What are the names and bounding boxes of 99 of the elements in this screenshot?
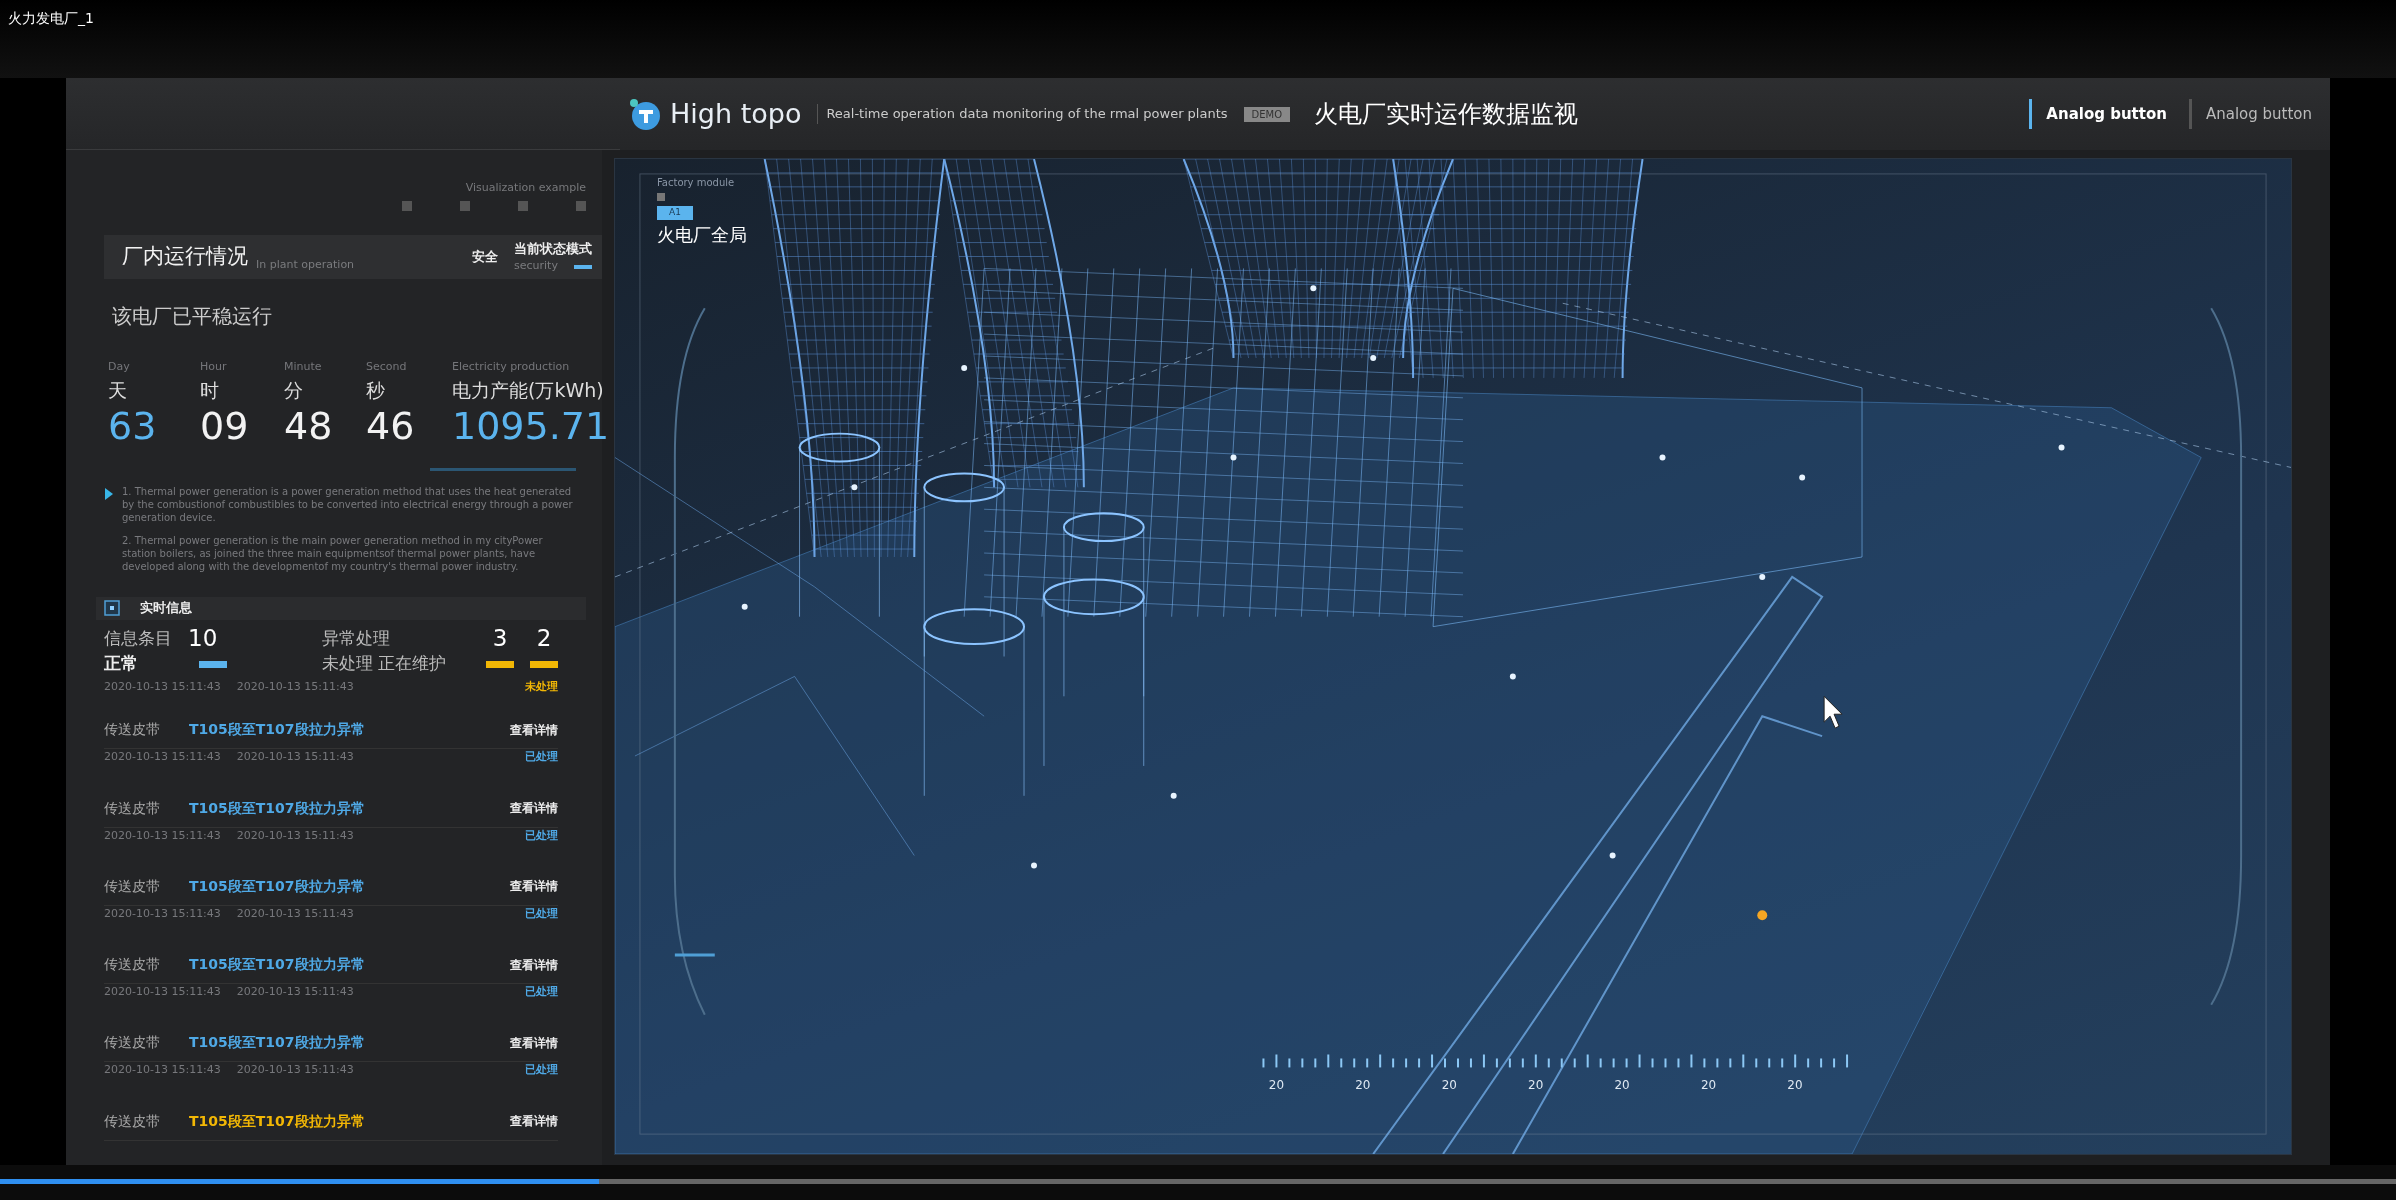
normal-label: 正常 xyxy=(104,652,139,676)
brand-name: High topo xyxy=(670,96,802,131)
view-title: 火电厂全局 xyxy=(657,223,747,247)
view-details-link[interactable]: 查看详情 xyxy=(510,955,558,974)
subtitle: Real-time operation data monitoring of the rmal power plants xyxy=(817,104,1228,124)
area-tag: A1 xyxy=(657,206,693,220)
timestamp: 2020-10-13 15:11:43 xyxy=(236,827,354,844)
event-title: T105段至T107段拉力异常 xyxy=(189,720,365,740)
stat-caption: Second xyxy=(366,359,408,376)
event-title: T105段至T107段拉力异常 xyxy=(189,1033,365,1053)
timestamp: 2020-10-13 15:11:43 xyxy=(104,749,221,766)
normal-indicator xyxy=(199,660,227,668)
mode-subtitle: security xyxy=(514,258,558,275)
stat-label: 秒 xyxy=(366,377,386,403)
caption-text: Visualization example xyxy=(464,180,587,196)
pending-count: 3 xyxy=(491,627,509,651)
event-title: T105段至T107段拉力异常 xyxy=(189,798,365,818)
event-category: 传送皮带 xyxy=(104,955,161,975)
status-text: 已处理 xyxy=(525,905,558,922)
status-text: 已处理 xyxy=(525,984,558,1001)
mouse-cursor-icon xyxy=(1823,695,1843,729)
event-category: 传送皮带 xyxy=(104,1111,161,1131)
section-title: 实时信息 xyxy=(139,599,192,618)
timestamp: 2020-10-13 15:11:43 xyxy=(104,827,221,844)
demo-tag: DEMO xyxy=(1243,106,1291,122)
stat-caption: Hour xyxy=(200,359,228,376)
stat-label: 电力产能(万kWh) xyxy=(452,377,605,403)
scale-label: 20 xyxy=(1355,1078,1371,1093)
stat-label: 天 xyxy=(108,377,128,403)
square-marker xyxy=(460,200,470,211)
event-category: 传送皮带 xyxy=(104,720,161,740)
progress-track[interactable] xyxy=(0,1179,2396,1184)
timestamp: 2020-10-13 15:11:43 xyxy=(236,984,354,1001)
timestamp: 2020-10-13 15:11:43 xyxy=(104,1062,221,1079)
event-title: T105段至T107段拉力异常 xyxy=(189,955,365,975)
scale-label: 20 xyxy=(1268,1078,1285,1093)
card-title: 厂内运行情况 xyxy=(121,243,248,271)
status-label: 未处理 正在维护 xyxy=(321,652,446,676)
event-category: 传送皮带 xyxy=(104,1033,161,1053)
square-marker xyxy=(518,200,528,211)
module-caption: Factory module xyxy=(657,176,735,190)
timestamp: 2020-10-13 15:11:43 xyxy=(236,678,354,695)
view-details-link[interactable]: 查看详情 xyxy=(510,1112,558,1131)
timestamp: 2020-10-13 15:11:43 xyxy=(236,905,354,922)
stat-value: 48 xyxy=(284,404,334,450)
video-title: 火力发电厂_1 xyxy=(7,9,94,28)
stat-value: 63 xyxy=(108,404,158,450)
stat-caption: Day xyxy=(108,359,131,376)
mode-label: 当前状态模式 xyxy=(514,239,592,258)
timestamp: 2020-10-13 15:11:43 xyxy=(236,1062,354,1079)
safety-label: 安全 xyxy=(472,248,498,267)
event-category: 传送皮带 xyxy=(104,876,161,896)
triangle-icon xyxy=(104,486,114,501)
pending-indicator xyxy=(486,660,514,668)
dashboard-title: 火电厂实时运作数据监视 xyxy=(1314,99,1579,130)
stat-caption: Electricity production xyxy=(452,359,571,376)
event-category: 传送皮带 xyxy=(104,798,161,818)
maintenance-count: 2 xyxy=(535,627,553,651)
analog-button[interactable]: Analog button xyxy=(2188,98,2326,130)
event-title: T105段至T107段拉力异常 xyxy=(189,1111,365,1131)
stat-label: 时 xyxy=(200,377,220,403)
abnormal-label: 异常处理 xyxy=(321,626,390,650)
card-subtitle: In plant operation xyxy=(256,256,355,273)
status-text: 已处理 xyxy=(525,827,558,844)
logo-icon xyxy=(628,97,662,131)
note-paragraph: 1. Thermal power generation is a power generation method that uses the heat generated by the combustionof combustibles to be converted into electrical energy through a power generation device. xyxy=(122,484,574,524)
stat-caption: Minute xyxy=(284,359,323,376)
stat-value: 09 xyxy=(200,404,250,450)
square-marker xyxy=(402,200,412,211)
stat-label: 分 xyxy=(284,377,304,403)
timestamp: 2020-10-13 15:11:43 xyxy=(236,749,354,766)
view-details-link[interactable]: 查看详情 xyxy=(510,877,558,896)
maintenance-indicator xyxy=(530,660,558,668)
view-details-link[interactable]: 查看详情 xyxy=(510,799,558,818)
view-details-link[interactable]: 查看详情 xyxy=(510,720,558,739)
scale-label: 20 xyxy=(1441,1078,1457,1093)
note-paragraph: 2. Thermal power generation is the main power generation method in my cityPower station boilers, as joined the three main equipmentsof thermal power plants, have developed along with the developmentof my country's thermal power industry. xyxy=(122,533,544,573)
status-text: 已处理 xyxy=(525,749,558,766)
status-text: 未处理 xyxy=(525,678,558,695)
stat-value: 46 xyxy=(366,404,416,450)
square-marker xyxy=(576,200,586,211)
event-title: T105段至T107段拉力异常 xyxy=(189,876,365,896)
analog-button[interactable]: Analog button xyxy=(2029,98,2181,130)
square-marker xyxy=(657,193,665,201)
info-square-icon xyxy=(104,600,120,617)
mode-indicator xyxy=(574,264,592,269)
timestamp: 2020-10-13 15:11:43 xyxy=(104,905,221,922)
scale-label: 20 xyxy=(1614,1078,1630,1093)
count-label: 信息条目 xyxy=(104,626,172,650)
status-text: 已处理 xyxy=(525,1062,558,1079)
count-value: 10 xyxy=(188,627,218,651)
view-details-link[interactable]: 查看详情 xyxy=(510,1033,558,1052)
timestamp: 2020-10-13 15:11:43 xyxy=(104,678,221,695)
scale-label: 20 xyxy=(1787,1078,1803,1093)
timestamp: 2020-10-13 15:11:43 xyxy=(104,984,221,1001)
scale-label: 20 xyxy=(1700,1078,1717,1093)
stat-value: 1095.71 xyxy=(452,404,610,450)
scale-label: 20 xyxy=(1528,1078,1544,1093)
running-status: 该电厂已平稳运行 xyxy=(111,303,273,331)
